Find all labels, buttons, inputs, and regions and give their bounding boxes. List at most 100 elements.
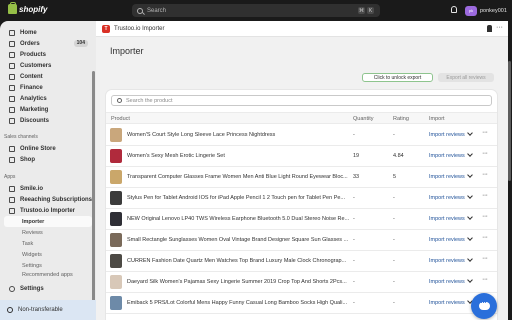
row-more-icon[interactable]: ··· [482,255,488,262]
trustoo-logo-icon: T [102,24,110,33]
row-more-icon[interactable]: ··· [482,192,488,199]
sidebar-item-products[interactable]: Products [4,49,92,60]
product-thumbnail [110,275,122,289]
table-row[interactable]: Emiback 5 PRS/Lot Colorful Mens Happy Fu… [106,293,497,314]
sidebar-subitem-widgets[interactable]: Widgets [4,249,92,260]
import-reviews-link[interactable]: Import reviews [429,132,465,138]
table-row[interactable]: CURREN Fashion Date Quartz Men Watches T… [106,251,497,272]
global-search-input[interactable]: Search ⌘ K [132,4,380,17]
product-name[interactable]: CURREN Fashion Date Quartz Men Watches T… [127,258,352,264]
sidebar-item-content[interactable]: Content [4,71,92,82]
sidebar-subitem-settings[interactable]: Settings [4,260,92,271]
pin-icon[interactable] [487,25,492,32]
table-row[interactable]: Women's Sexy Mesh Erotic Lingerie Set 19 4… [106,146,497,167]
table-row[interactable]: Stylus Pen for Tablet Android IOS for iP… [106,188,497,209]
store-menu[interactable]: pk ponkey001 [465,4,507,17]
sidebar-item-analytics[interactable]: Analytics [4,93,92,104]
brand-name: shopify [19,4,48,14]
sidebar-item-settings[interactable]: Settings [4,283,92,294]
product-rating: - [393,195,395,201]
import-reviews-link[interactable]: Import reviews [429,300,465,306]
sidebar-item-label: Settings [20,285,44,292]
import-reviews-link[interactable]: Import reviews [429,153,465,159]
chevron-down-icon[interactable] [467,193,473,199]
product-name[interactable]: Emiback 5 PRS/Lot Colorful Mens Happy Fu… [127,300,352,306]
sidebar-subitem-recommended-apps[interactable]: Recommended apps [4,271,92,279]
sidebar-item-home[interactable]: Home [4,27,92,38]
chevron-down-icon[interactable] [467,151,473,157]
sidebar-item-discounts[interactable]: Discounts [4,115,92,126]
product-search-input[interactable]: Search the product [111,95,492,106]
sidebar-item-label: Smile.io [20,185,44,192]
table-row[interactable]: Women'S Court Style Long Sleeve Lace Pri… [106,125,497,146]
table-row[interactable]: Daeyard Silk Women's Pajamas Sexy Linger… [106,272,497,293]
row-more-icon[interactable]: ··· [482,276,488,283]
more-options-icon[interactable]: ··· [496,24,503,31]
sidebar-item-smile-io[interactable]: Smile.io [4,183,92,194]
table-row[interactable]: Small Rectangle Sunglasses Women Oval Vi… [106,230,497,251]
sidebar-item-marketing[interactable]: Marketing [4,104,92,115]
sidebar-subitem-task[interactable]: Task [4,238,92,249]
sidebar-scrollbar[interactable] [92,71,95,311]
product-thumbnail [110,296,122,310]
chevron-down-icon[interactable] [467,256,473,262]
import-reviews-link[interactable]: Import reviews [429,258,465,264]
table-header: Product Quantity Rating Import [106,112,497,124]
shortcut-key-cmd: ⌘ [358,7,365,14]
product-name[interactable]: Women's Sexy Mesh Erotic Lingerie Set [127,153,352,159]
import-reviews-link[interactable]: Import reviews [429,216,465,222]
sidebar-subitem-reviews[interactable]: Reviews [4,227,92,238]
chevron-down-icon[interactable] [467,214,473,220]
unlock-export-button[interactable]: Click to unlock export [362,73,433,82]
sidebar-item-finance[interactable]: Finance [4,82,92,93]
row-more-icon[interactable]: ··· [482,171,488,178]
sidebar-item-orders[interactable]: Orders 104 [4,38,92,49]
chat-button[interactable] [471,293,497,319]
app-title-bar: T Trustoo.io Importer ··· [96,21,508,37]
chevron-down-icon[interactable] [467,277,473,283]
main-scrollbar[interactable] [508,21,512,320]
product-rating: - [393,300,395,306]
row-more-icon[interactable]: ··· [482,129,488,136]
table-row[interactable]: Transparent Computer Glasses Frame Women… [106,167,497,188]
product-quantity: - [353,300,355,306]
product-name[interactable]: NEW Original Lenovo LP40 TWS Wireless Ea… [127,216,352,222]
product-name[interactable]: Daeyard Silk Women's Pajamas Sexy Linger… [127,279,352,285]
row-more-icon[interactable]: ··· [482,150,488,157]
product-name[interactable]: Transparent Computer Glasses Frame Women… [127,174,352,180]
chevron-down-icon[interactable] [467,172,473,178]
row-more-icon[interactable]: ··· [482,234,488,241]
shopify-logo[interactable]: shopify [8,2,48,14]
sidebar-item-trustoo[interactable]: Trustoo.io Importer [4,205,92,216]
product-thumbnail [110,149,122,163]
product-rating: - [393,258,395,264]
sidebar-item-label: Online Store [20,145,56,152]
import-reviews-link[interactable]: Import reviews [429,174,465,180]
table-row[interactable]: NEW Original Lenovo LP40 TWS Wireless Ea… [106,209,497,230]
non-transferable-banner[interactable]: Non-transferable [0,300,96,320]
import-reviews-link[interactable]: Import reviews [429,195,465,201]
sidebar-subitem-importer[interactable]: Importer [4,216,92,227]
import-reviews-link[interactable]: Import reviews [429,237,465,243]
product-name[interactable]: Small Rectangle Sunglasses Women Oval Vi… [127,237,352,243]
export-all-reviews-button[interactable]: Export all reviews [438,73,494,82]
import-reviews-link[interactable]: Import reviews [429,279,465,285]
chevron-down-icon[interactable] [467,130,473,136]
chat-icon [478,298,490,310]
sidebar-item-customers[interactable]: Customers [4,60,92,71]
scrollbar-thumb[interactable] [508,61,511,181]
product-thumbnail [110,233,122,247]
shopify-bag-icon [8,2,17,14]
product-name[interactable]: Stylus Pen for Tablet Android IOS for iP… [127,195,352,201]
sidebar-item-online-store[interactable]: Online Store [4,143,92,154]
product-name[interactable]: Women'S Court Style Long Sleeve Lace Pri… [127,132,352,138]
chevron-down-icon[interactable] [467,235,473,241]
row-more-icon[interactable]: ··· [482,213,488,220]
product-thumbnail [110,191,122,205]
sidebar-item-shop[interactable]: Shop [4,154,92,165]
product-quantity: - [353,132,355,138]
header-import: Import [429,116,445,122]
product-rating: - [393,216,395,222]
bell-icon[interactable] [451,6,457,13]
sidebar-item-subscriptions[interactable]: Reeaching Subscriptions [4,194,92,205]
